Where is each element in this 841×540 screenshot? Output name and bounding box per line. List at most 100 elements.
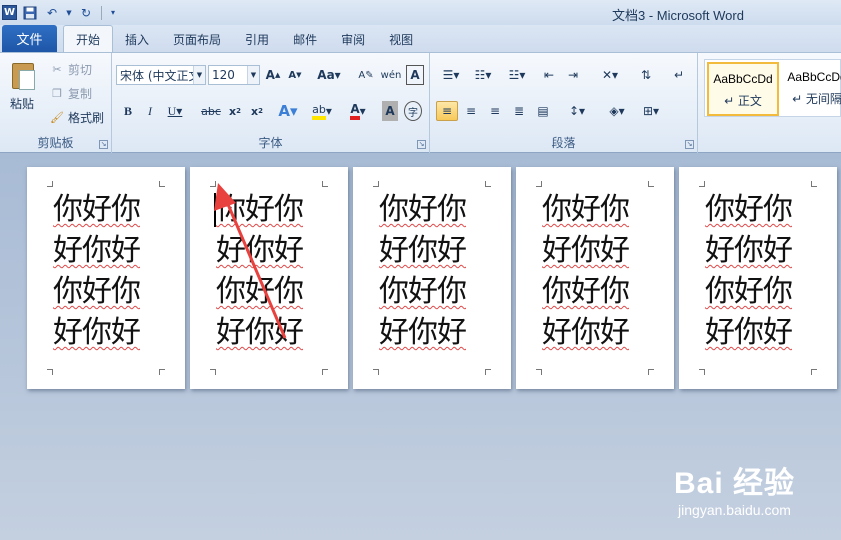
ribbon-tabs: 文件 开始 插入 页面布局 引用 邮件 审阅 视图 xyxy=(0,25,841,52)
grow-font-icon[interactable]: A ▲ xyxy=(264,65,282,85)
chevron-down-icon: ▼ xyxy=(193,66,205,84)
dialog-launcher-icon[interactable]: ↘ xyxy=(417,140,426,149)
font-color-icon[interactable]: A ▾ xyxy=(344,101,372,121)
borders-icon[interactable]: ⊞▾ xyxy=(638,101,664,121)
text-line: 好你好 xyxy=(379,233,467,268)
text-line: 你好你 xyxy=(216,192,304,227)
brush-icon: 🖌 xyxy=(50,111,64,124)
page[interactable]: 你好你 好你好 你好你 好你好 xyxy=(516,167,674,389)
paste-icon[interactable] xyxy=(10,59,38,91)
page-text: 你好你 好你好 你好你 好你好 xyxy=(379,189,489,353)
tab-file[interactable]: 文件 xyxy=(2,25,57,52)
dialog-launcher-icon[interactable]: ↘ xyxy=(685,140,694,149)
cut-label: 剪切 xyxy=(68,63,93,77)
watermark-logo: Bai 经验 xyxy=(673,467,795,500)
line-spacing-icon[interactable]: ↕▾ xyxy=(564,101,590,121)
tab-page-layout[interactable]: 页面布局 xyxy=(161,27,233,52)
text-effects-icon[interactable]: A▾ xyxy=(276,101,300,121)
customize-qat-icon[interactable]: ▾ xyxy=(108,4,118,22)
underline-icon[interactable]: U▾ xyxy=(164,101,186,121)
superscript-icon[interactable]: x2 xyxy=(248,101,266,121)
text-cursor xyxy=(214,193,216,227)
save-icon[interactable] xyxy=(21,4,39,22)
style-no-spacing[interactable]: AaBbCcDd ↵ 无间隔 xyxy=(781,62,841,116)
copy-icon: ❐ xyxy=(52,87,62,100)
word-app-icon[interactable]: W xyxy=(2,5,17,20)
dialog-launcher-icon[interactable]: ↘ xyxy=(99,140,108,149)
tab-review[interactable]: 审阅 xyxy=(329,27,377,52)
scissors-icon: ✂ xyxy=(52,63,62,76)
change-case-icon[interactable]: Aa▾ xyxy=(316,65,342,85)
paste-button[interactable]: 粘贴 xyxy=(10,95,34,112)
page[interactable]: 你好你 好你好 你好你 好你好 xyxy=(190,167,348,389)
cut-button[interactable]: ✂ 剪切 xyxy=(50,61,92,78)
show-formatting-icon[interactable]: ↵ xyxy=(670,65,688,85)
align-left-icon[interactable]: ≡ xyxy=(436,101,458,121)
bold-icon[interactable]: B xyxy=(120,101,136,121)
paragraph-group: ☰▾ ☷▾ ☳▾ ⇤ ⇥ ✕▾ ⇅ ↵ ≡ ≡ ≡ ≣ ▤ ↕▾ ◈▾ ⊞▾ 段… xyxy=(430,53,698,153)
font-size-combo[interactable]: 120 ▼ xyxy=(208,65,260,85)
text-line: 好你好 xyxy=(705,233,793,268)
ribbon: 粘贴 ✂ 剪切 ❐ 复制 🖌 格式刷 剪贴板 ↘ 宋体 (中文正文) ▼ 120 ▼ … xyxy=(0,52,841,153)
decrease-indent-icon[interactable]: ⇤ xyxy=(540,65,558,85)
page[interactable]: 你好你 好你好 你好你 好你好 xyxy=(353,167,511,389)
align-right-icon[interactable]: ≡ xyxy=(484,101,506,121)
character-border-icon[interactable]: A xyxy=(406,65,424,85)
clear-formatting-icon[interactable]: A✎ xyxy=(356,65,376,85)
highlight-color-icon[interactable]: ab ▾ xyxy=(308,101,336,121)
justify-icon[interactable]: ≣ xyxy=(508,101,530,121)
font-group-label: 字体 xyxy=(258,136,283,150)
style-normal[interactable]: AaBbCcDd ↵ 正文 xyxy=(707,62,779,116)
multilevel-list-icon[interactable]: ☳▾ xyxy=(504,65,530,85)
title-bar: W ↶ ▼ ↻ ▾ 文档3 - Microsoft Word xyxy=(0,0,841,25)
enclose-characters-icon[interactable]: 字 xyxy=(404,101,422,121)
qat-separator xyxy=(101,5,102,20)
undo-icon[interactable]: ↶ xyxy=(43,4,61,22)
phonetic-guide-icon[interactable]: wén xyxy=(380,65,402,85)
shrink-font-icon[interactable]: A ▼ xyxy=(286,65,304,85)
align-center-icon[interactable]: ≡ xyxy=(460,101,482,121)
document-area[interactable]: 你好你 好你好 你好你 好你好 你好你 好你好 你好你 好你好 你好你 好你好 … xyxy=(0,153,841,540)
copy-label: 复制 xyxy=(68,87,93,101)
tab-references[interactable]: 引用 xyxy=(233,27,281,52)
tab-home[interactable]: 开始 xyxy=(63,25,114,52)
clipboard-group: 粘贴 ✂ 剪切 ❐ 复制 🖌 格式刷 剪贴板 ↘ xyxy=(0,53,112,153)
tab-mailings[interactable]: 邮件 xyxy=(281,27,329,52)
text-line: 你好你 xyxy=(705,274,793,309)
redo-icon[interactable]: ↻ xyxy=(77,4,95,22)
font-group: 宋体 (中文正文) ▼ 120 ▼ A ▲ A ▼ Aa▾ A✎ wén A B I… xyxy=(112,53,430,153)
format-painter-button[interactable]: 🖌 格式刷 xyxy=(50,109,104,126)
font-name-combo[interactable]: 宋体 (中文正文) ▼ xyxy=(116,65,206,85)
page-text: 你好你 好你好 你好你 好你好 xyxy=(542,189,652,353)
text-line: 好你好 xyxy=(379,315,467,350)
page[interactable]: 你好你 好你好 你好你 好你好 xyxy=(679,167,837,389)
watermark-url: jingyan.baidu.com xyxy=(678,502,791,518)
quick-access-toolbar: W ↶ ▼ ↻ ▾ xyxy=(0,4,118,22)
numbering-icon[interactable]: ☷▾ xyxy=(470,65,496,85)
character-shading-icon[interactable]: A xyxy=(382,101,398,121)
text-line: 好你好 xyxy=(542,233,630,268)
tab-view[interactable]: 视图 xyxy=(377,27,425,52)
shading-icon[interactable]: ◈▾ xyxy=(604,101,630,121)
format-painter-label: 格式刷 xyxy=(68,111,105,125)
chinese-layout-icon[interactable]: ✕▾ xyxy=(596,65,624,85)
sort-icon[interactable]: ⇅ xyxy=(636,65,656,85)
increase-indent-icon[interactable]: ⇥ xyxy=(564,65,582,85)
tab-insert[interactable]: 插入 xyxy=(113,27,161,52)
italic-icon[interactable]: I xyxy=(142,101,158,121)
text-line: 你好你 xyxy=(53,192,141,227)
paragraph-group-label: 段落 xyxy=(551,136,576,150)
bullets-icon[interactable]: ☰▾ xyxy=(438,65,464,85)
baidu-watermark: Bai 经验 jingyan.baidu.com xyxy=(674,458,795,518)
text-line: 好你好 xyxy=(216,233,304,268)
strikethrough-icon[interactable]: abc xyxy=(200,101,222,121)
style-name: ↵ 正文 xyxy=(724,94,762,108)
undo-dropdown-icon[interactable]: ▼ xyxy=(65,4,73,22)
page-text: 你好你 好你好 你好你 好你好 xyxy=(53,189,163,353)
page-text: 你好你 好你好 你好你 好你好 xyxy=(216,189,326,353)
distributed-icon[interactable]: ▤ xyxy=(532,101,554,121)
text-line: 好你好 xyxy=(705,315,793,350)
subscript-icon[interactable]: x2 xyxy=(226,101,244,121)
copy-button[interactable]: ❐ 复制 xyxy=(50,85,92,102)
page[interactable]: 你好你 好你好 你好你 好你好 xyxy=(27,167,185,389)
